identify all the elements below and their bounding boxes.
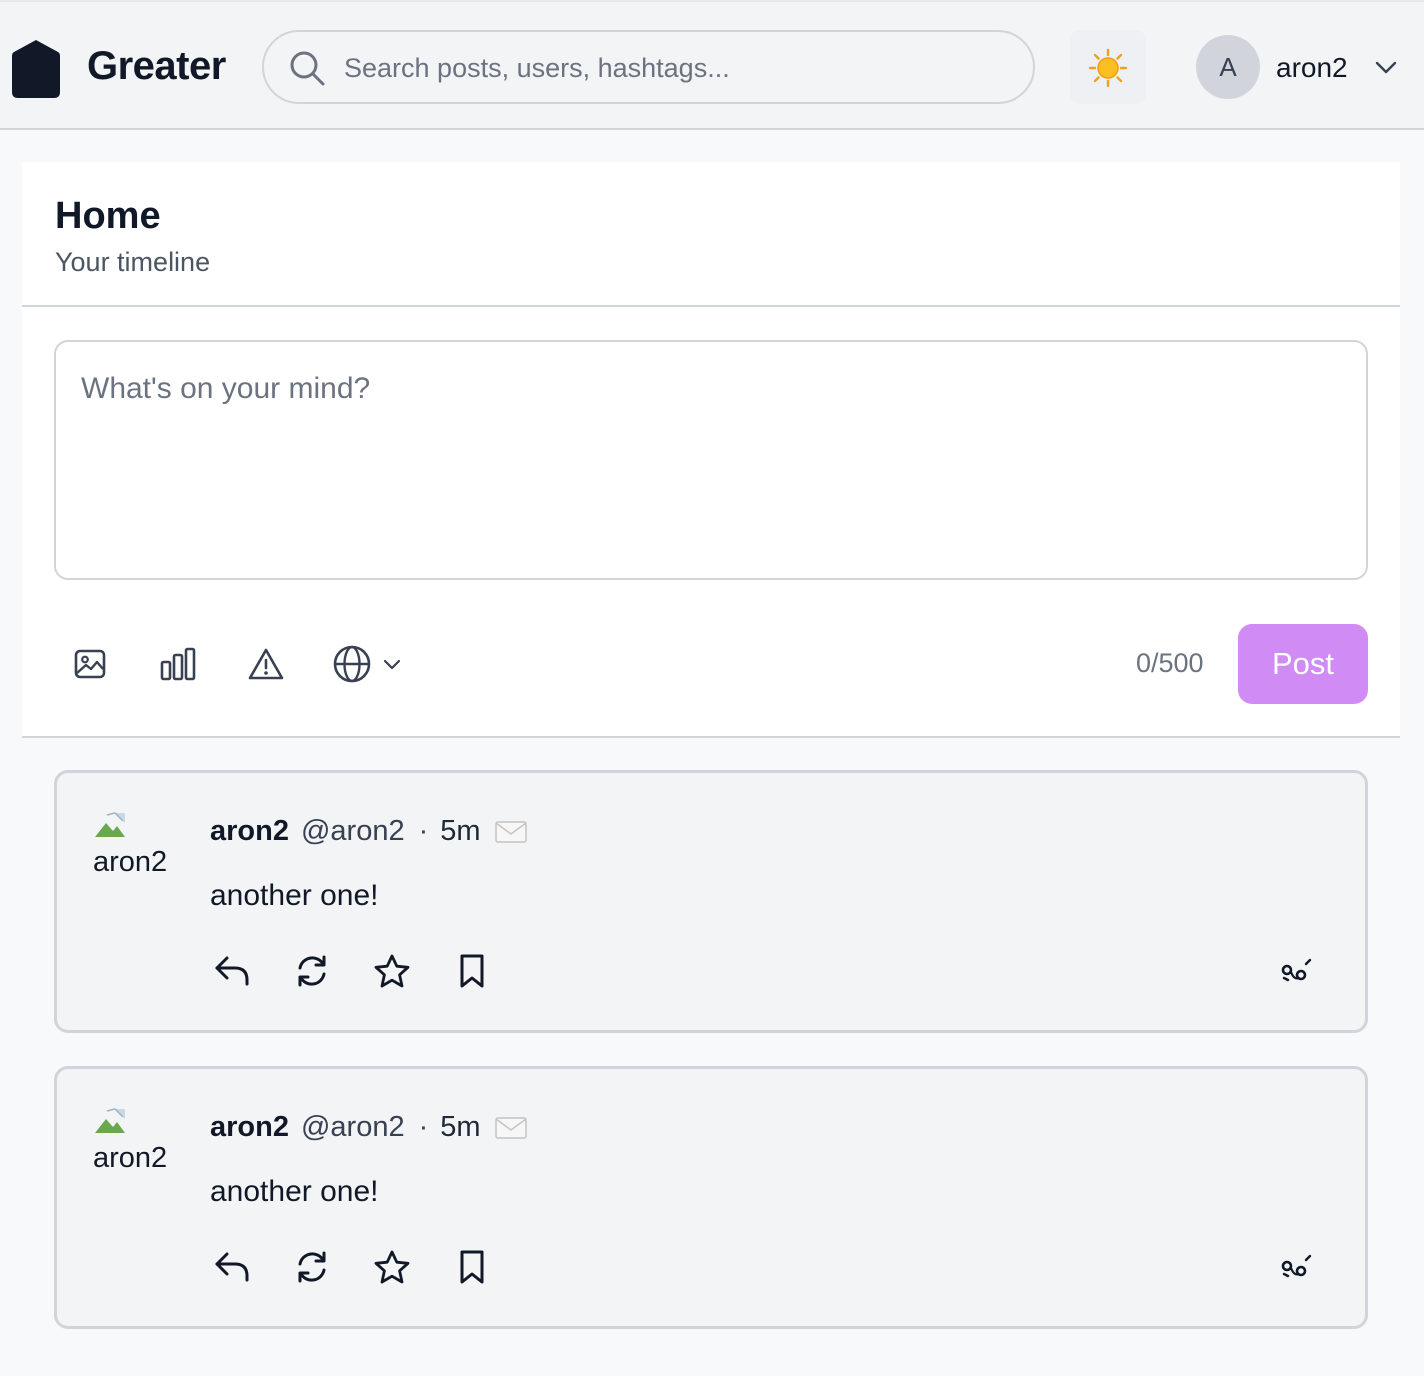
- brand-name[interactable]: Greater: [87, 44, 226, 89]
- favourite-button[interactable]: [370, 949, 414, 993]
- poll-icon: [160, 647, 196, 681]
- favourite-button[interactable]: [370, 1245, 414, 1289]
- sun-icon: [1088, 48, 1128, 88]
- user-menu[interactable]: A aron2: [1196, 35, 1406, 99]
- post-button[interactable]: Post: [1238, 624, 1368, 704]
- post-author[interactable]: aron2: [210, 815, 289, 847]
- avatar-alt-text: aron2: [93, 1142, 168, 1174]
- reply-icon: [215, 956, 249, 986]
- separator-dot: ·: [418, 815, 429, 847]
- divider: [22, 305, 1400, 307]
- user-name[interactable]: aron2: [1276, 52, 1348, 84]
- broken-image-icon: [95, 812, 125, 837]
- post-handle[interactable]: @aron2: [301, 815, 405, 847]
- reply-icon: [215, 1252, 249, 1282]
- add-image-button[interactable]: [68, 642, 112, 686]
- post-header: aron2 @aron2 · 5m: [210, 1111, 527, 1144]
- boost-icon: [298, 1251, 326, 1283]
- post-avatar[interactable]: aron2: [93, 1107, 183, 1179]
- top-bar: Greater A aron2: [0, 0, 1424, 130]
- timeline-panel: Home Your timeline 0/5: [22, 162, 1400, 738]
- visibility-dropdown[interactable]: [332, 642, 408, 686]
- page-title: Home: [55, 195, 161, 237]
- post-timestamp[interactable]: 5m: [440, 1111, 480, 1143]
- post-author[interactable]: aron2: [210, 1111, 289, 1143]
- bookmark-icon: [460, 954, 484, 988]
- more-icon: [1281, 1254, 1312, 1278]
- avatar[interactable]: A: [1196, 35, 1260, 99]
- bookmark-icon: [460, 1250, 484, 1284]
- envelope-icon: [494, 821, 527, 844]
- post-timestamp[interactable]: 5m: [440, 815, 480, 847]
- broken-image-icon: [95, 1108, 125, 1133]
- post-avatar[interactable]: aron2: [93, 811, 183, 883]
- page-subtitle: Your timeline: [55, 247, 211, 277]
- reply-button[interactable]: [210, 1245, 254, 1289]
- logo-icon[interactable]: [10, 38, 62, 100]
- bookmark-button[interactable]: [450, 949, 494, 993]
- theme-toggle-button[interactable]: [1070, 30, 1146, 104]
- search-icon: [290, 51, 325, 86]
- reply-button[interactable]: [210, 949, 254, 993]
- search-input[interactable]: [344, 46, 1004, 90]
- add-poll-button[interactable]: [156, 642, 200, 686]
- envelope-icon: [494, 1117, 527, 1140]
- star-icon: [374, 1250, 410, 1284]
- bookmark-button[interactable]: [450, 1245, 494, 1289]
- boost-icon: [298, 955, 326, 987]
- image-icon: [74, 649, 106, 679]
- divider: [22, 736, 1400, 738]
- content-warning-button[interactable]: [244, 642, 288, 686]
- more-icon: [1281, 958, 1312, 982]
- search-bar[interactable]: [262, 30, 1035, 104]
- character-counter: 0/500: [1136, 648, 1204, 678]
- star-icon: [374, 954, 410, 988]
- boost-button[interactable]: [290, 1245, 334, 1289]
- avatar-alt-text: aron2: [93, 846, 168, 878]
- post-content: another one!: [210, 879, 379, 912]
- separator-dot: ·: [418, 1111, 429, 1143]
- chevron-down-icon[interactable]: [1374, 57, 1398, 77]
- chevron-down-icon: [383, 659, 401, 670]
- more-button[interactable]: [1274, 949, 1318, 993]
- compose-textarea[interactable]: [54, 340, 1368, 580]
- post-handle[interactable]: @aron2: [301, 1111, 405, 1143]
- post-card[interactable]: aron2 aron2 @aron2 · 5m another one!: [54, 770, 1368, 1033]
- boost-button[interactable]: [290, 949, 334, 993]
- post-header: aron2 @aron2 · 5m: [210, 815, 527, 848]
- visibility-globe-icon: [333, 645, 371, 683]
- more-button[interactable]: [1274, 1245, 1318, 1289]
- post-card[interactable]: aron2 aron2 @aron2 · 5m another one!: [54, 1066, 1368, 1329]
- content-warning-icon: [248, 648, 284, 680]
- post-content: another one!: [210, 1175, 379, 1208]
